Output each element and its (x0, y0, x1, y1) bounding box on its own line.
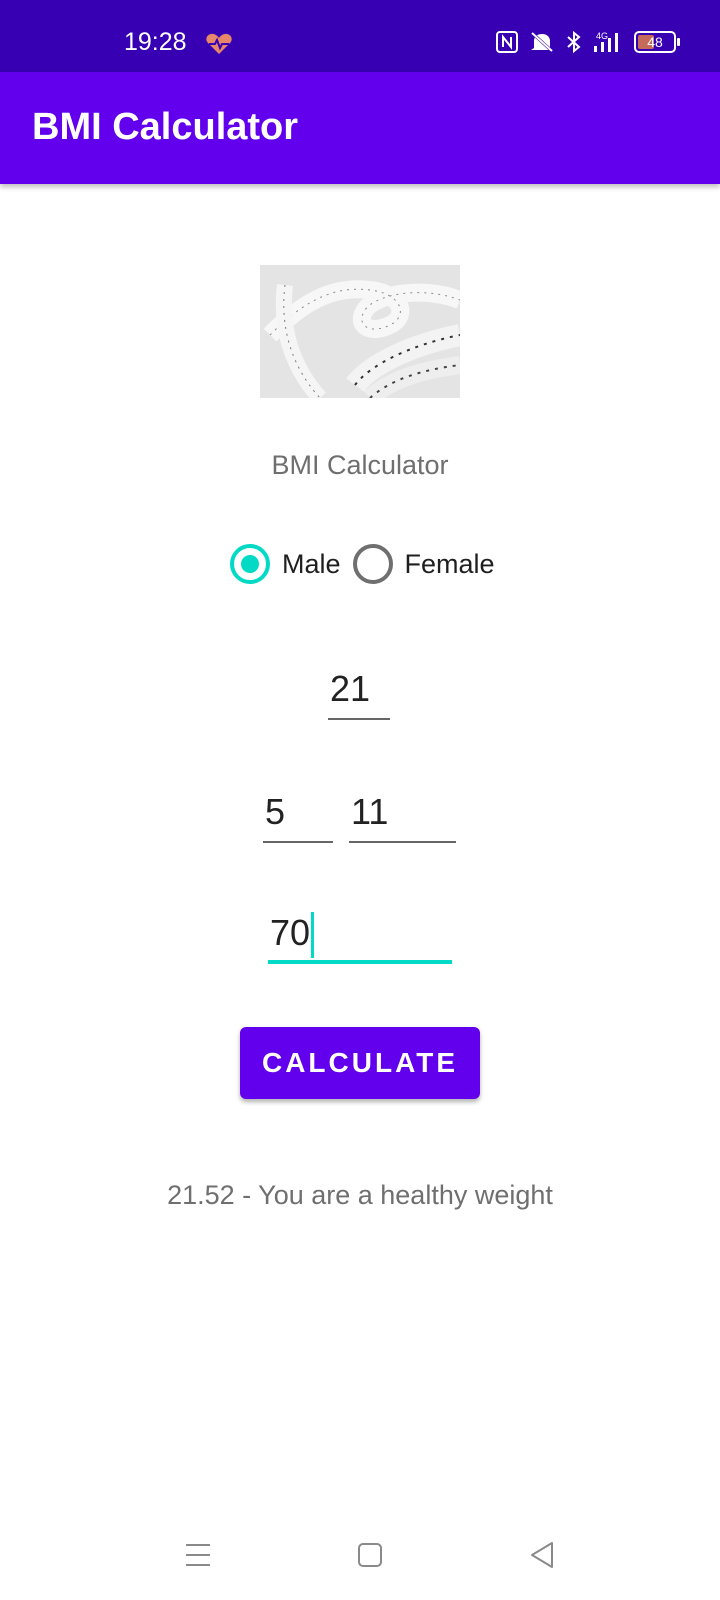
battery-icon: 48 (634, 31, 680, 53)
navigation-bar (0, 1520, 720, 1600)
radio-male[interactable]: Male (230, 544, 341, 584)
menu-icon[interactable] (184, 1542, 212, 1568)
svg-text:4G: 4G (596, 31, 608, 41)
text-cursor (311, 912, 315, 959)
signal-4g-icon: 4G (594, 31, 618, 52)
status-time: 19:28 (124, 28, 187, 56)
height-feet-value: 5 (265, 791, 286, 832)
radio-female[interactable]: Female (352, 544, 495, 584)
home-icon[interactable] (357, 1542, 383, 1568)
calculate-button[interactable]: CALCULATE (240, 1027, 480, 1099)
mute-icon (529, 30, 555, 54)
bluetooth-icon (567, 30, 581, 54)
height-inches-field[interactable]: 11 (349, 787, 456, 843)
status-icons: 4G 48 (496, 30, 680, 54)
back-icon[interactable] (528, 1540, 556, 1570)
measuring-tape-image (260, 265, 460, 398)
weight-field[interactable]: 70 (268, 908, 452, 964)
status-bar: 19:28 4G 48 (0, 0, 720, 72)
nfc-icon (496, 31, 518, 53)
radio-label-female: Female (404, 548, 495, 579)
height-feet-field[interactable]: 5 (263, 787, 333, 843)
screen: 19:28 4G 48 BMI Calculator BMI Calculato… (0, 0, 720, 1600)
app-title: BMI Calculator (32, 106, 299, 148)
weight-value: 70 (270, 912, 311, 953)
age-field[interactable]: 21 (328, 664, 390, 720)
radio-checked-icon[interactable] (230, 544, 270, 584)
page-subtitle: BMI Calculator (271, 450, 449, 480)
heart-rate-icon (206, 33, 232, 54)
app-bar: BMI Calculator (0, 72, 720, 184)
height-inches-value: 11 (351, 791, 389, 832)
radio-label-male: Male (282, 548, 341, 579)
age-value: 21 (330, 668, 371, 709)
radio-unchecked-icon[interactable] (352, 544, 393, 584)
bmi-result: 21.52 - You are a healthy weight (167, 1180, 553, 1210)
gender-radio-group: Male Female (230, 544, 507, 584)
battery-level: 48 (647, 34, 663, 50)
